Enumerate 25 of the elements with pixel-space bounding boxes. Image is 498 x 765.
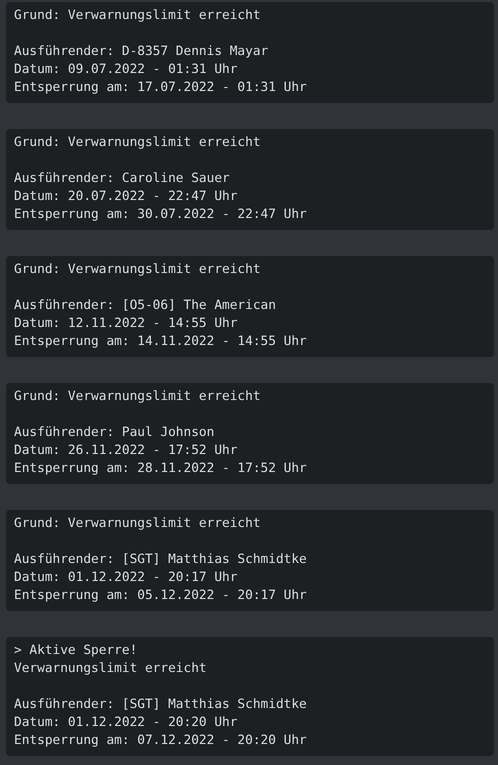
code-line: > Aktive Sperre!: [14, 642, 138, 660]
code-line: Entsperrung am: 30.07.2022 - 22:47 Uhr: [14, 206, 308, 224]
code-line: Entsperrung am: 17.07.2022 - 01:31 Uhr: [14, 79, 308, 97]
code-line: Entsperrung am: 05.12.2022 - 20:17 Uhr: [14, 587, 308, 605]
code-line: Ausführender: [SGT] Matthias Schmidtke: [14, 551, 308, 569]
code-line: Grund: Verwarnungslimit erreicht: [14, 388, 262, 406]
code-line: Datum: 01.12.2022 - 20:20 Uhr: [14, 714, 238, 732]
code-line: Ausführender: [SGT] Matthias Schmidtke: [14, 696, 308, 714]
code-line: Datum: 01.12.2022 - 20:17 Uhr: [14, 569, 238, 587]
code-line: Datum: 12.11.2022 - 14:55 Uhr: [14, 315, 238, 333]
code-line: Entsperrung am: 28.11.2022 - 17:52 Uhr: [14, 460, 308, 478]
code-line: Ausführender: D-8357 Dennis Mayar: [14, 43, 270, 61]
code-line: Grund: Verwarnungslimit erreicht: [14, 261, 262, 279]
code-line: Verwarnungslimit erreicht: [14, 660, 208, 678]
code-line: Entsperrung am: 14.11.2022 - 14:55 Uhr: [14, 333, 308, 351]
code-line: Grund: Verwarnungslimit erreicht: [14, 7, 262, 25]
code-line: Grund: Verwarnungslimit erreicht: [14, 515, 262, 533]
code-line: Datum: 09.07.2022 - 01:31 Uhr: [14, 61, 238, 79]
code-line: Ausführender: Caroline Sauer: [14, 170, 231, 188]
code-line: Entsperrung am: 07.12.2022 - 20:20 Uhr: [14, 732, 308, 750]
code-line: Datum: 26.11.2022 - 17:52 Uhr: [14, 442, 238, 460]
code-line: Datum: 20.07.2022 - 22:47 Uhr: [14, 188, 238, 206]
code-line: Ausführender: [O5-06] The American: [14, 297, 277, 315]
code-line: Grund: Verwarnungslimit erreicht: [14, 134, 262, 152]
code-line: Ausführender: Paul Johnson: [14, 424, 216, 442]
